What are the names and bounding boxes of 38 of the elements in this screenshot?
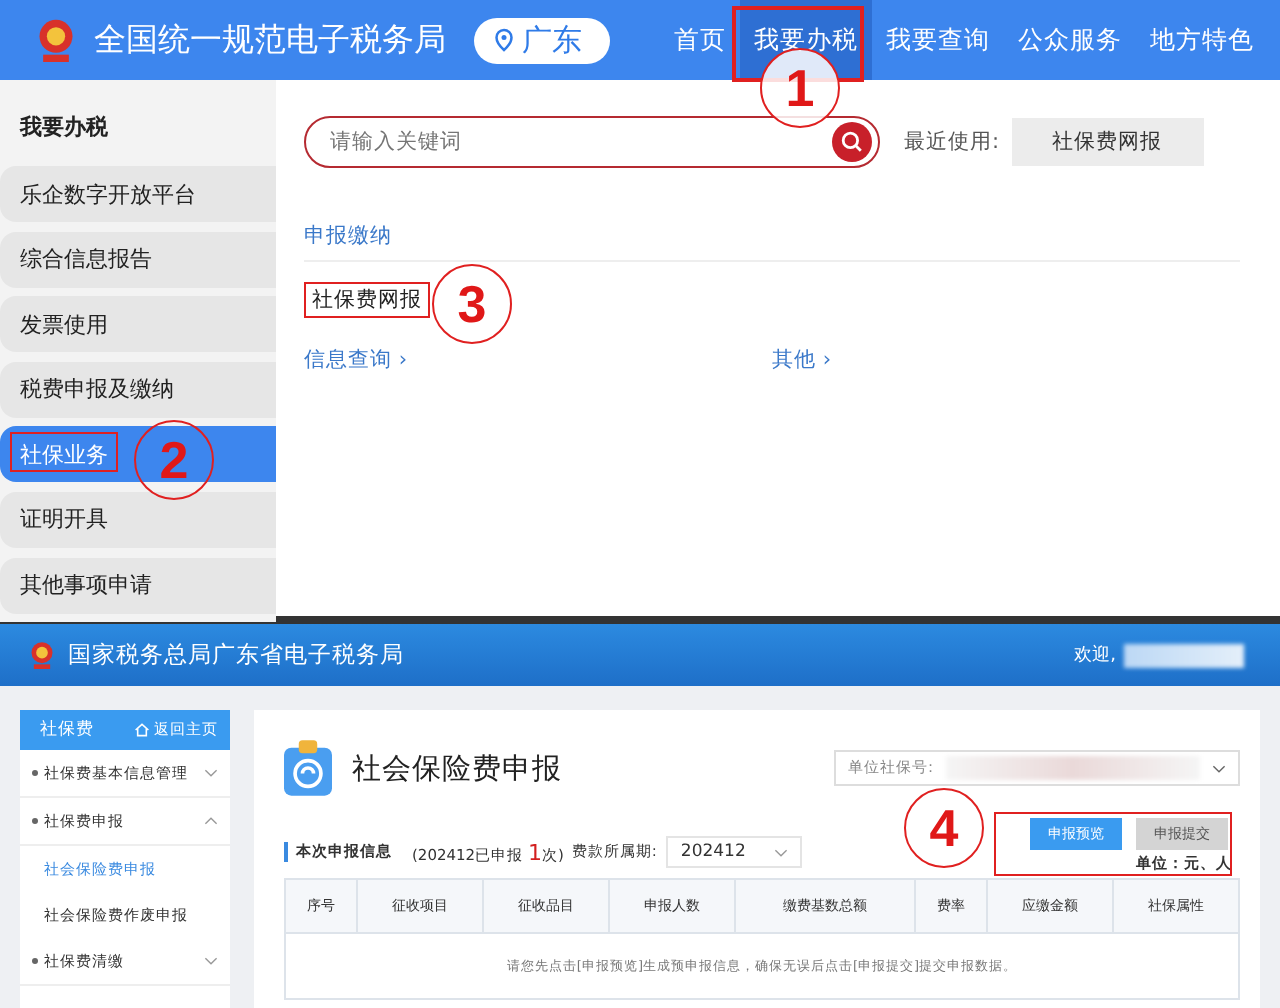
sidebar-item[interactable]: 发票使用: [0, 296, 276, 353]
sidebar-heading: 我要办税: [17, 112, 110, 144]
highlight-frame: [10, 432, 118, 472]
nav-tab[interactable]: 地方特色: [1136, 0, 1268, 80]
sidebar-title: 社保费: [40, 718, 94, 742]
step-number: 3: [432, 264, 512, 344]
category-link[interactable]: 信息查询 ›: [304, 346, 772, 374]
nav-tab[interactable]: 我要查询: [872, 0, 1004, 80]
search-icon[interactable]: [832, 122, 872, 162]
search-field[interactable]: 请输入关键词: [304, 116, 880, 168]
page-title: 社会保险费申报: [352, 751, 562, 787]
insurance-app-icon: [284, 740, 332, 796]
location-selector[interactable]: 广东: [474, 17, 610, 63]
emblem-icon: [28, 638, 56, 672]
sidebar-item[interactable]: 乐企数字开放平台: [0, 166, 276, 222]
chevron-down-icon: [773, 847, 788, 857]
emblem-icon: [34, 14, 78, 66]
chevron-down-icon: [1212, 763, 1226, 773]
section-heading: 申报缴纳: [304, 222, 1240, 262]
blurred-username: [1124, 643, 1244, 667]
nav-tab[interactable]: 首页: [660, 0, 740, 80]
category-link[interactable]: 其他 ›: [772, 346, 1240, 374]
service-link[interactable]: 社保费网报: [304, 282, 430, 318]
step-number: 4: [904, 788, 984, 868]
welcome-text: 欢迎,: [1074, 643, 1116, 668]
step-number: 2: [134, 420, 214, 500]
sidebar-item[interactable]: 证明开具: [0, 491, 276, 548]
sidebar-item[interactable]: 综合信息报告: [0, 231, 276, 288]
sidebar-item[interactable]: 其他事项申请: [0, 557, 276, 614]
location-pin-icon: [494, 28, 514, 52]
home-icon: [134, 722, 150, 738]
period-select[interactable]: 202412: [666, 836, 802, 868]
nav-tab[interactable]: 公众服务: [1004, 0, 1136, 80]
recent-service-button[interactable]: 社保费网报: [1011, 118, 1204, 166]
recent-label: 最近使用:: [904, 128, 1000, 156]
site-title: 国家税务总局广东省电子税务局: [68, 640, 404, 670]
site-title: 全国统一规范电子税务局: [94, 19, 446, 61]
sidebar-item[interactable]: 税费申报及缴纳: [0, 361, 276, 418]
